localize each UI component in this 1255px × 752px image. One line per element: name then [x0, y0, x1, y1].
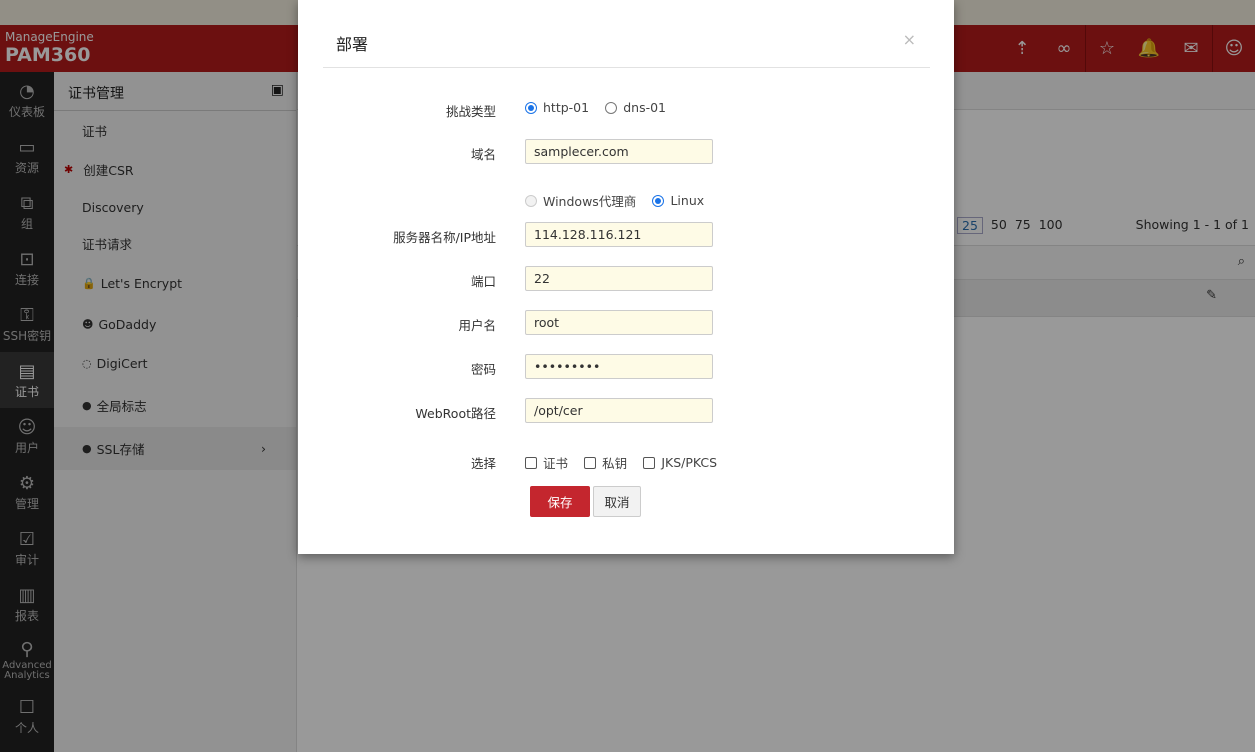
radio-linux[interactable]: Linux	[652, 193, 704, 208]
checkbox-certificate[interactable]: 证书	[525, 453, 568, 472]
challenge-type-label: 挑战类型	[445, 104, 496, 119]
radio-windows-agent[interactable]: Windows代理商	[525, 191, 636, 210]
server-input[interactable]	[525, 222, 713, 247]
cancel-button[interactable]: 取消	[593, 486, 641, 517]
select-label: 选择	[470, 456, 496, 471]
password-input[interactable]	[525, 354, 713, 379]
username-label: 用户名	[458, 318, 496, 333]
domain-label: 域名	[470, 147, 496, 162]
password-label: 密码	[470, 362, 496, 377]
webroot-input[interactable]	[525, 398, 713, 423]
port-input[interactable]	[525, 266, 713, 291]
checkbox-private-key[interactable]: 私钥	[584, 453, 627, 472]
deploy-modal: 部署 × 挑战类型 http-01 dns-01 域名 Windows代理商 L…	[298, 0, 954, 554]
radio-http-01[interactable]: http-01	[525, 100, 589, 115]
save-button[interactable]: 保存	[530, 486, 590, 517]
server-label: 服务器名称/IP地址	[393, 230, 496, 245]
username-input[interactable]	[525, 310, 713, 335]
radio-dns-01[interactable]: dns-01	[605, 100, 666, 115]
port-label: 端口	[470, 274, 496, 289]
modal-title: 部署	[336, 35, 369, 54]
domain-input[interactable]	[525, 139, 713, 164]
close-button[interactable]: ×	[903, 30, 916, 49]
webroot-label: WebRoot路径	[415, 406, 496, 421]
divider	[323, 67, 930, 68]
checkbox-jks-pkcs[interactable]: JKS/PKCS	[643, 455, 717, 470]
